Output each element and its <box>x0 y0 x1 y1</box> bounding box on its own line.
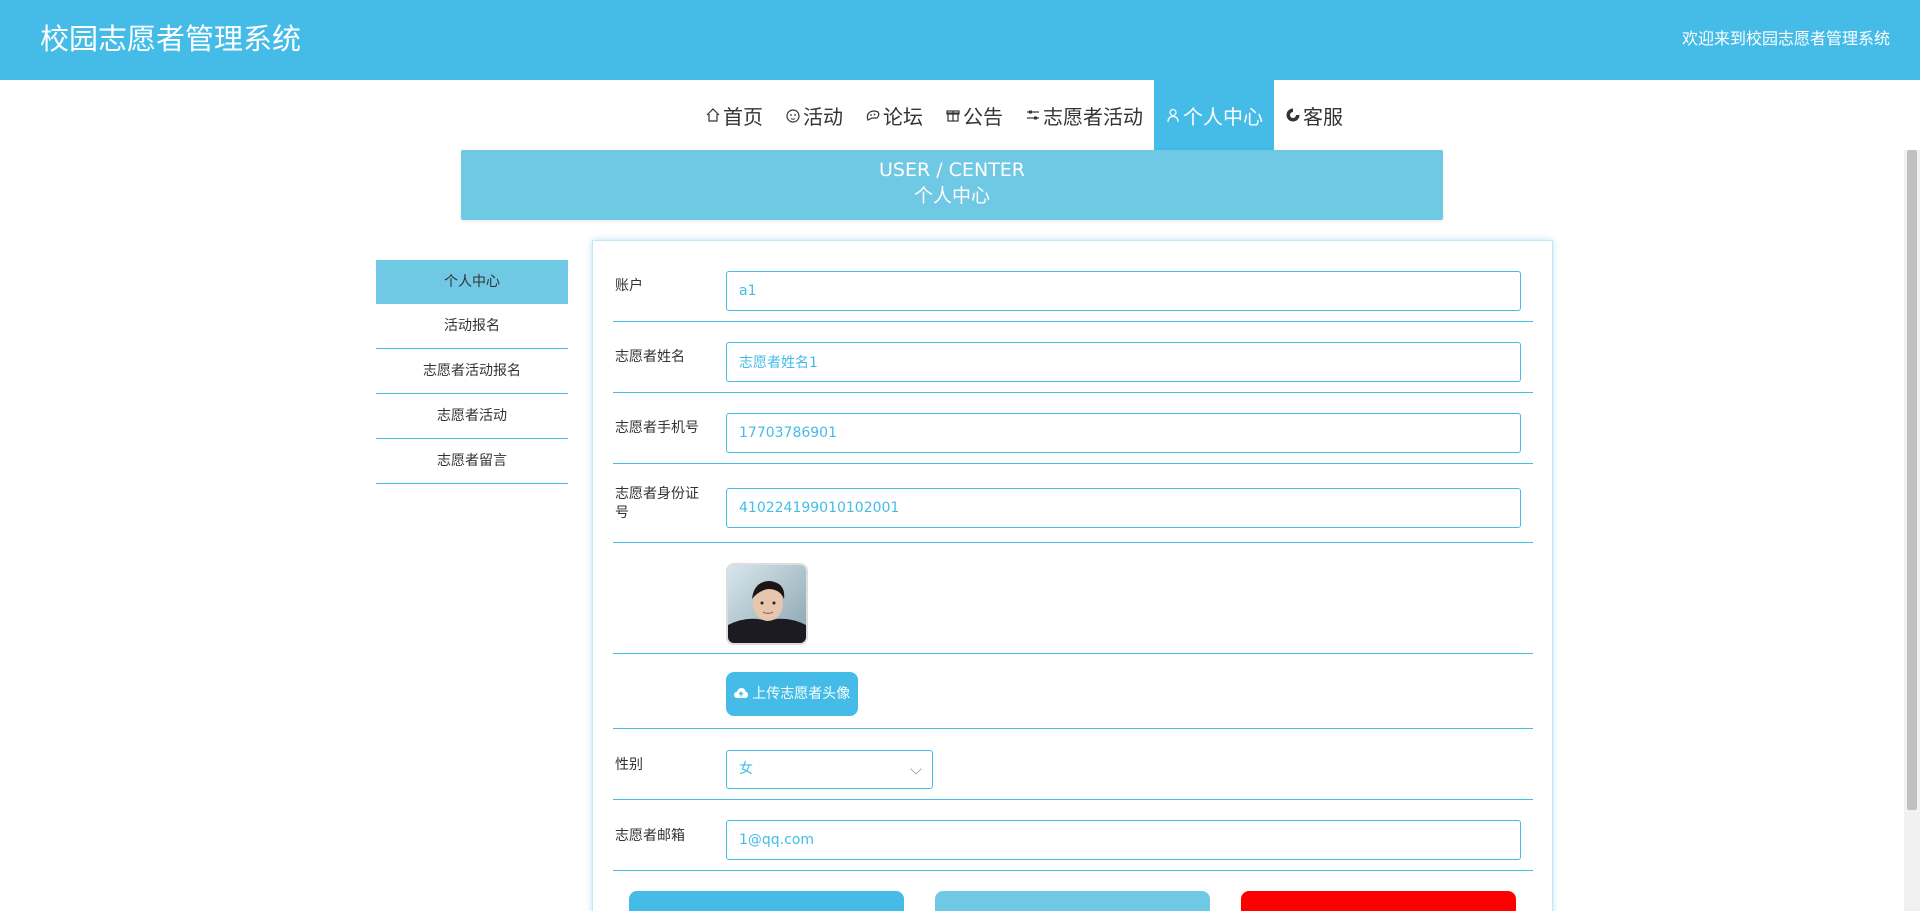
nav-item-activity[interactable]: 活动 <box>774 80 854 150</box>
service-icon <box>1286 108 1300 122</box>
sliders-icon <box>1027 110 1039 120</box>
nav-label: 公告 <box>963 104 1003 129</box>
gender-value: 女 <box>739 761 753 777</box>
nav-label: 论坛 <box>883 104 923 129</box>
banner-title-en: USER / CENTER <box>879 159 1025 181</box>
header: 校园志愿者管理系统 欢迎来到校园志愿者管理系统 <box>0 0 1920 80</box>
form-row-phone: 志愿者手机号 <box>613 393 1533 464</box>
nav-item-notice[interactable]: 公告 <box>934 80 1014 150</box>
app-title: 校园志愿者管理系统 <box>40 22 302 56</box>
activity-icon <box>786 109 800 123</box>
nav-label: 客服 <box>1303 104 1343 129</box>
nav-item-service[interactable]: 客服 <box>1274 80 1354 150</box>
nav-item-volunteer-activity[interactable]: 志愿者活动 <box>1014 80 1154 150</box>
email-input[interactable] <box>726 820 1521 860</box>
page-scrollbar[interactable] <box>1904 150 1920 911</box>
user-icon <box>1167 108 1179 123</box>
update-info-button[interactable] <box>629 891 904 911</box>
gift-icon <box>946 110 960 122</box>
phone-label: 志愿者手机号 <box>615 420 699 436</box>
avatar-photo <box>728 565 806 643</box>
nav-item-home[interactable]: 首页 <box>694 80 774 150</box>
sidebar-item-user-center[interactable]: 个人中心 <box>376 260 568 304</box>
gender-label: 性别 <box>615 757 643 773</box>
form-row-account: 账户 <box>613 241 1533 322</box>
form-row-idcard: 志愿者身份证号 <box>613 464 1533 543</box>
profile-form-panel: 账户 志愿者姓名 志愿者手机号 志愿者身份证号 上传志愿者头像 <box>592 240 1553 911</box>
form-row-avatar <box>613 543 1533 654</box>
name-input[interactable] <box>726 342 1521 382</box>
form-row-name: 志愿者姓名 <box>613 322 1533 393</box>
idcard-label: 志愿者身份证号 <box>615 486 699 521</box>
idcard-input[interactable] <box>726 488 1521 528</box>
top-nav: 首页 活动 论坛 公告 志愿者活动 个人中心 客服 <box>0 80 1920 150</box>
change-password-button[interactable] <box>935 891 1210 911</box>
account-label: 账户 <box>615 278 643 294</box>
nav-label: 首页 <box>723 104 763 129</box>
account-input[interactable] <box>726 271 1521 311</box>
upload-avatar-label: 上传志愿者头像 <box>752 686 851 702</box>
form-row-upload: 上传志愿者头像 <box>613 654 1533 729</box>
chevron-down-icon <box>910 763 922 775</box>
welcome-text: 欢迎来到校园志愿者管理系统 <box>1681 29 1890 48</box>
sidebar-item-activity-signup[interactable]: 活动报名 <box>376 304 568 349</box>
nav-label: 个人中心 <box>1183 104 1263 129</box>
nav-item-forum[interactable]: 论坛 <box>854 80 934 150</box>
phone-input[interactable] <box>726 413 1521 453</box>
cloud-upload-icon <box>733 688 748 698</box>
nav-item-user-center[interactable]: 个人中心 <box>1154 80 1274 150</box>
scrollbar-thumb[interactable] <box>1907 150 1917 810</box>
name-label: 志愿者姓名 <box>615 349 685 365</box>
page-banner: USER / CENTER 个人中心 <box>461 150 1443 220</box>
sidebar-item-volunteer-activity-signup[interactable]: 志愿者活动报名 <box>376 349 568 394</box>
nav-label: 活动 <box>803 104 843 129</box>
email-label: 志愿者邮箱 <box>615 828 685 844</box>
avatar <box>726 563 808 645</box>
sidebar-item-volunteer-activity[interactable]: 志愿者活动 <box>376 394 568 439</box>
upload-avatar-button[interactable]: 上传志愿者头像 <box>726 672 858 716</box>
logout-button[interactable] <box>1241 891 1516 911</box>
home-icon <box>706 108 720 122</box>
form-row-gender: 性别 女 <box>613 729 1533 800</box>
sidebar-item-volunteer-message[interactable]: 志愿者留言 <box>376 439 568 484</box>
nav-label: 志愿者活动 <box>1043 104 1143 129</box>
gender-select[interactable]: 女 <box>726 750 933 789</box>
sidebar: 个人中心 活动报名 志愿者活动报名 志愿者活动 志愿者留言 <box>376 260 568 484</box>
banner-title-cn: 个人中心 <box>913 185 990 207</box>
form-row-email: 志愿者邮箱 <box>613 800 1533 871</box>
forum-icon <box>866 110 880 121</box>
